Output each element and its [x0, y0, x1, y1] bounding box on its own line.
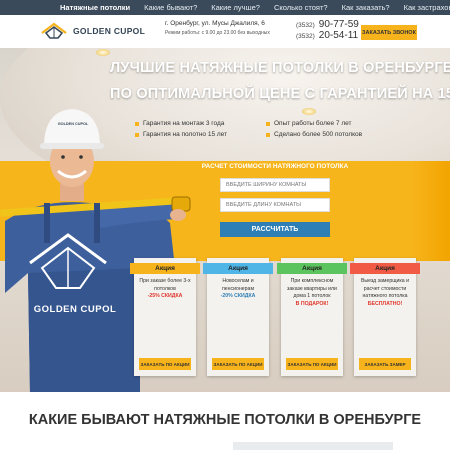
- phone-number: 20-54-11: [318, 30, 359, 41]
- experience-list: Опыт работы более 7 лет Сделано более 50…: [266, 120, 362, 142]
- nav-item-price[interactable]: Сколько стоят?: [274, 3, 328, 12]
- list-item: Опыт работы более 7 лет: [266, 120, 362, 127]
- phone-number: 90-77-59: [318, 19, 359, 30]
- promo-highlight: -25% СКИДКА: [147, 293, 183, 300]
- logo-icon: [41, 22, 67, 39]
- logo[interactable]: GOLDEN CUPOL: [40, 21, 145, 41]
- calculate-button[interactable]: РАССЧИТАТЬ: [220, 222, 330, 237]
- site-header: GOLDEN CUPOL г. Оренбург, ул. Мусы Джали…: [0, 15, 450, 48]
- bullet-icon: [266, 121, 270, 126]
- contact-address: г. Оренбург, ул. Мусы Джалиля, 6 Режим р…: [165, 20, 285, 36]
- phone-code: (3532): [296, 33, 315, 40]
- hero-title-line2: ПО ОПТИМАЛЬНОЙ ЦЕНЕ С ГАРАНТИЕЙ НА 15 ЛЕ…: [110, 86, 450, 102]
- section-title: КАКИЕ БЫВАЮТ НАТЯЖНЫЕ ПОТОЛКИ В ОРЕНБУРГ…: [28, 412, 422, 428]
- list-item: Сделано более 500 потолков: [266, 131, 362, 138]
- promo-order-button[interactable]: ЗАКАЗАТЬ ПО АКЦИИ: [212, 358, 264, 370]
- bullet-icon: [266, 132, 270, 137]
- promo-text: При заказе более 3-х потолков -25% СКИДК…: [137, 278, 193, 301]
- helmet-logo-text: GOLDEN CUPOL: [57, 122, 89, 126]
- address-text: г. Оренбург, ул. Мусы Джалиля, 6: [165, 20, 265, 27]
- phone-2[interactable]: (3532) 20-54-11: [296, 30, 359, 41]
- promo-badge: Акция: [350, 263, 420, 274]
- ceiling-lamp: [96, 49, 110, 56]
- chest-logo-text: GOLDEN CUPOL: [33, 304, 117, 315]
- content-placeholder: [233, 442, 393, 450]
- calc-form: РАСЧЕТ СТОИМОСТИ НАТЯЖНОГО ПОТОЛКА РАССЧ…: [200, 163, 350, 258]
- logo-text: GOLDEN CUPOL: [73, 26, 146, 36]
- working-hours: Режим работы: с 9.00 до 23.00 без выходн…: [165, 30, 270, 36]
- promo-badge: Акция: [130, 263, 200, 274]
- phone-list: (3532) 90-77-59 (3532) 20-54-11: [296, 19, 359, 41]
- promo-highlight: В ПОДАРОК!: [295, 300, 329, 307]
- promo-badge: Акция: [277, 263, 347, 274]
- phone-code: (3532): [296, 22, 315, 29]
- promo-highlight: -20% СКИДКА: [220, 293, 256, 300]
- room-width-input[interactable]: [220, 178, 330, 192]
- ceiling-lamp: [302, 108, 316, 115]
- promo-card: Акция Выезд замерщика и расчет стоимости…: [350, 258, 420, 376]
- order-call-button[interactable]: ЗАКАЗАТЬ ЗВОНОК: [361, 25, 417, 40]
- promo-card: Акция При заказе более 3-х потолков -25%…: [130, 258, 200, 376]
- promo-text: Выезд замерщика и расчет стоимости натяж…: [357, 278, 413, 308]
- nav-item-types[interactable]: Какие бывают?: [144, 3, 197, 12]
- nav-item-insure[interactable]: Как застраховать?: [404, 3, 450, 12]
- promo-card: Акция Новоселам и пенсионерам -20% СКИДК…: [203, 258, 273, 376]
- nav-item-order[interactable]: Как заказать?: [342, 3, 390, 12]
- calc-form-title: РАСЧЕТ СТОИМОСТИ НАТЯЖНОГО ПОТОЛКА: [201, 163, 349, 170]
- promo-order-button[interactable]: ЗАКАЗАТЬ ПО АКЦИИ: [139, 358, 191, 370]
- nav-item-ceilings[interactable]: Натяжные потолки: [60, 3, 130, 12]
- room-length-input[interactable]: [220, 198, 330, 212]
- nav-item-best[interactable]: Какие лучше?: [211, 3, 260, 12]
- promo-order-button[interactable]: ЗАКАЗАТЬ ЗАМЕР: [359, 358, 411, 370]
- promo-card: Акция При комплексном заказе квартиры ил…: [277, 258, 347, 376]
- phone-1[interactable]: (3532) 90-77-59: [296, 19, 359, 30]
- hero-title-line1: ЛУЧШИЕ НАТЯЖНЫЕ ПОТОЛКИ В ОРЕНБУРГЕ: [110, 60, 450, 76]
- promo-text: Новоселам и пенсионерам -20% СКИДКА: [210, 278, 266, 301]
- promo-text: При комплексном заказе квартиры или дома…: [284, 278, 340, 308]
- promo-highlight: БЕСПЛАТНО!: [367, 300, 403, 307]
- promo-order-button[interactable]: ЗАКАЗАТЬ ПО АКЦИИ: [286, 358, 338, 370]
- top-nav: Натяжные потолки Какие бывают? Какие луч…: [0, 0, 450, 15]
- promo-badge: Акция: [203, 263, 273, 274]
